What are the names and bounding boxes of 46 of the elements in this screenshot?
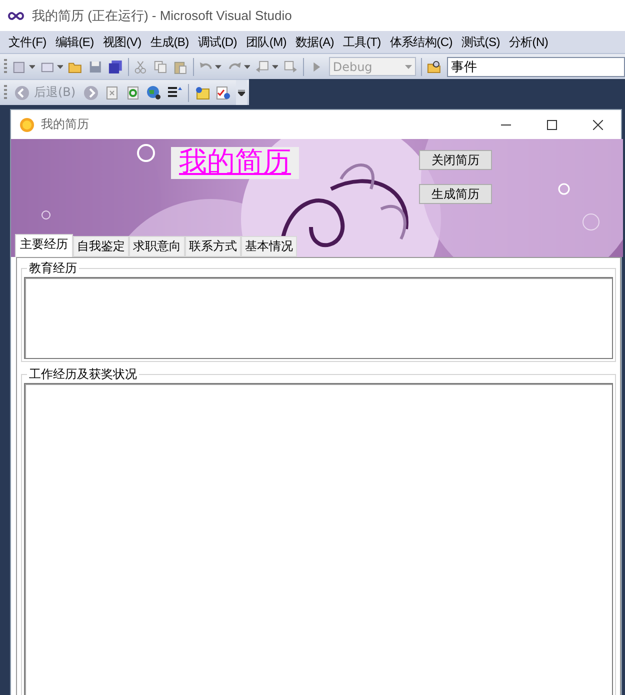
dropdown-caret-icon[interactable] (28, 64, 35, 68)
navigate-back-icon[interactable] (255, 58, 270, 74)
tab[interactable]: 自我鉴定 (73, 236, 129, 257)
menu-item[interactable]: 文件(F) (4, 32, 51, 52)
menu-item[interactable]: 团队(M) (242, 32, 291, 52)
find-field[interactable]: 事件 (446, 56, 625, 76)
menu-item[interactable]: 视图(V) (98, 32, 146, 52)
refresh-icon[interactable] (124, 84, 141, 100)
sun-icon (19, 116, 35, 132)
group-title: 教育经历 (28, 260, 78, 277)
header-button[interactable]: 生成简历 (419, 184, 492, 204)
menu-item[interactable]: 生成(B) (146, 32, 194, 52)
dropdown-caret-icon[interactable] (215, 64, 222, 68)
app-window-title: 我的简历 (41, 116, 90, 133)
save-all-icon[interactable] (108, 58, 123, 74)
dropdown-caret-icon[interactable] (244, 64, 250, 68)
dropdown-caret-icon[interactable] (56, 64, 64, 68)
menu-item[interactable]: 测试(S) (456, 32, 504, 52)
maximize-icon[interactable] (547, 120, 557, 130)
text-area[interactable] (24, 277, 613, 359)
menu-item[interactable]: 分析(N) (504, 32, 553, 52)
tab[interactable]: 联系方式 (185, 236, 241, 257)
navigate-forward-icon[interactable] (283, 58, 298, 74)
find-in-files-icon[interactable] (427, 58, 442, 74)
stop-icon[interactable] (104, 84, 120, 100)
dropdown-caret-icon[interactable] (272, 64, 278, 68)
resume-title: 我的简历 (171, 147, 299, 179)
header-button[interactable]: 关闭简历 (419, 150, 492, 170)
tab[interactable]: 基本情况 (241, 236, 297, 257)
menu-item[interactable]: 调试(D) (193, 32, 242, 52)
save-icon[interactable] (88, 58, 103, 74)
menu-item[interactable]: 数据(A) (291, 32, 338, 52)
close-icon[interactable] (593, 120, 603, 130)
globe-search-icon[interactable] (146, 84, 162, 100)
cut-icon[interactable] (133, 58, 148, 74)
copy-icon[interactable] (153, 58, 168, 74)
menu-item[interactable]: 编辑(E) (50, 32, 98, 52)
menu-item[interactable]: 工具(T) (338, 32, 386, 52)
group-title: 工作经历及获奖状况 (28, 366, 138, 383)
toolbar-overflow-icon[interactable] (236, 80, 247, 105)
infinity-logo-icon (8, 12, 24, 20)
tab[interactable]: 主要经历 (15, 234, 73, 257)
window-title: 我的简历 (正在运行) - Microsoft Visual Studio (32, 6, 292, 24)
tab[interactable]: 求职意向 (129, 236, 185, 257)
menu-item[interactable]: 体系结构(C) (385, 32, 457, 52)
forward-icon[interactable] (82, 84, 99, 100)
